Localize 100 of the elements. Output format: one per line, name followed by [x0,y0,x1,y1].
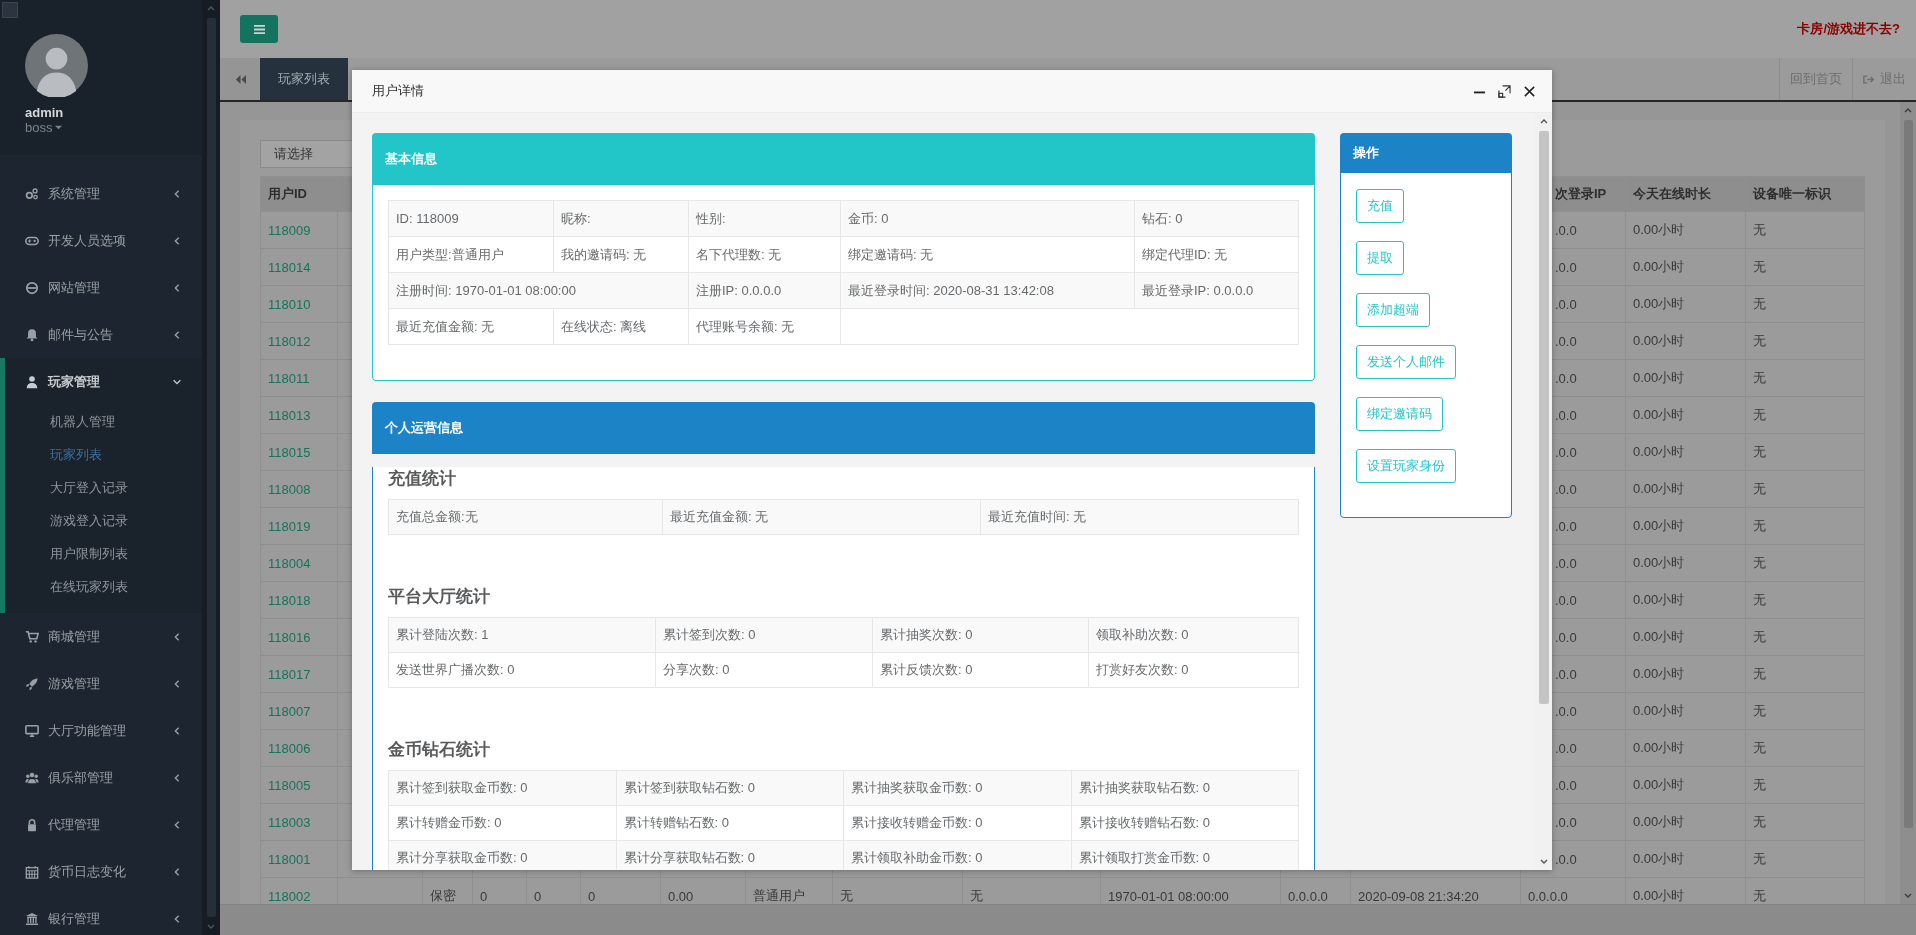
table-cell: 最近充值金额: 无 [396,318,495,334]
table-cell: .0.0 [1555,333,1577,349]
table-cell: 0.00小时 [1633,851,1685,866]
avatar [25,34,88,97]
table-cell: 累计登陆次数: 1 [396,627,489,642]
table-cell: 累计抽奖次数: 0 [880,627,973,642]
table-cell: 无 [1753,888,1766,903]
sidebar-item[interactable]: 代理管理 [0,801,202,848]
section-heading: 平台大厅统计 [388,586,490,608]
chevron-icon [172,329,182,340]
table-cell: 分享次数: 0 [663,662,730,677]
sidebar-item[interactable]: 网站管理 [0,264,202,311]
scrollbar[interactable] [1900,102,1916,904]
action-button[interactable]: 提取 [1356,241,1404,275]
action-button[interactable]: 绑定邀请码 [1356,397,1443,431]
table-cell: 无 [1753,666,1766,681]
table-cell: 0.0.0.0 [1288,888,1328,904]
sidebar-item[interactable]: 俱乐部管理 [0,754,202,801]
table-cell: 累计分享获取钻石数: 0 [623,850,755,865]
table-cell: .0.0 [1555,296,1577,312]
globe-icon [25,280,39,295]
sidebar-item[interactable]: 邮件与公告 [0,311,202,358]
backward-button[interactable] [220,58,260,100]
table-cell: .0.0 [1555,740,1577,756]
caret-icon [55,124,63,131]
table-cell: 无 [1753,296,1766,311]
role-dropdown[interactable]: boss [25,120,63,135]
table-cell: 无 [1753,592,1766,607]
double-left-icon [233,73,247,85]
sidebar-item[interactable]: 银行管理 [0,895,202,935]
table-cell: 注册时间: 1970-01-01 08:00:00 [396,282,576,298]
sign-out-icon [1863,73,1875,85]
table-cell: 2020-09-08 21:34:20 [1358,888,1479,904]
sidebar-item[interactable]: 大厅功能管理 [0,707,202,754]
table-cell: 无 [1753,629,1766,644]
chevron-icon [172,913,182,924]
table-cell: .0.0 [1555,592,1577,608]
sidebar-item[interactable]: 玩家管理 [5,358,202,405]
sidebar-item[interactable]: 货币日志变化 [0,848,202,895]
table-cell: 累计签到获取金币数: 0 [396,780,528,795]
tab[interactable]: 玩家列表 [260,58,348,100]
table-cell: 绑定代理ID: 无 [1142,246,1228,262]
table-cell: 最近登录时间: 2020-08-31 13:42:08 [848,282,1054,298]
submenu-item[interactable]: 游戏登入记录 [5,504,132,537]
table-cell: 昵称: [561,210,591,226]
chevron-icon [172,725,182,736]
chevron-icon [172,188,182,199]
table-cell: 最近充值时间: 无 [988,509,1087,524]
scrollbar[interactable] [1535,113,1552,870]
table-cell: 最近登录IP: 0.0.0.0 [1142,282,1254,298]
table-cell: 累计接收转赠钻石数: 0 [1078,815,1210,830]
table-cell: 无 [1753,703,1766,718]
column-header: 设备唯一标识 [1745,176,1865,212]
table-cell: 钻石: 0 [1142,210,1183,226]
bell-icon [25,327,39,342]
card-title: 基本信息 [385,150,437,168]
sidebar-item[interactable]: 商城管理 [0,613,202,660]
table-cell: .0.0 [1555,518,1577,534]
table-cell: 无 [1753,555,1766,570]
menu-button[interactable] [240,15,278,43]
table-cell: 累计分享获取金币数: 0 [396,850,528,865]
card-title: 操作 [1353,144,1379,162]
submenu-item[interactable]: 玩家列表 [5,438,106,471]
table-cell: 绑定邀请码: 无 [848,246,934,262]
table-cell: 累计签到获取钻石数: 0 [623,780,755,795]
submenu-item[interactable]: 大厅登入记录 [5,471,132,504]
cart-icon [25,629,39,644]
table-cell: 累计领取打赏金币数: 0 [1078,850,1210,865]
table-cell: 累计反馈次数: 0 [880,662,973,677]
table-cell: 无 [1753,333,1766,348]
submenu-item[interactable]: 用户限制列表 [5,537,132,570]
sidebar-item[interactable]: 游戏管理 [0,660,202,707]
table-cell: .0.0 [1555,814,1577,830]
help-link[interactable]: 卡房/游戏进不去? [1797,20,1900,38]
table-cell: 0.00小时 [1633,407,1685,422]
action-button[interactable]: 添加超端 [1356,293,1430,327]
table-cell: .0.0 [1555,222,1577,238]
monitor-icon [25,723,39,738]
action-button[interactable]: 充值 [1356,189,1404,223]
table-cell: 无 [1753,481,1766,496]
sidebar-item[interactable]: 开发人员选项 [0,217,202,264]
close-icon[interactable] [1523,84,1536,98]
table-cell: 累计抽奖获取钻石数: 0 [1078,780,1210,795]
action-button[interactable]: 发送个人邮件 [1356,345,1456,379]
maximize-icon[interactable] [1498,84,1511,98]
action-button[interactable]: 设置玩家身份 [1356,449,1456,483]
calendar-icon [25,864,39,879]
table-cell: 代理账号余额: 无 [696,318,795,334]
table-cell: .0.0 [1555,444,1577,460]
sidebar-item[interactable]: 系统管理 [0,170,202,217]
table-cell: 累计抽奖获取金币数: 0 [851,780,983,795]
table-cell: .0.0 [1555,407,1577,423]
submenu-item[interactable]: 机器人管理 [5,405,119,438]
submenu-item[interactable]: 在线玩家列表 [5,570,132,603]
table-cell: 无 [1753,851,1766,866]
table-cell: 0.00小时 [1633,555,1685,570]
table-cell: .0.0 [1555,481,1577,497]
table-cell: 领取补助次数: 0 [1096,627,1189,642]
table-cell: .0.0 [1555,629,1577,645]
users-icon [25,770,39,785]
